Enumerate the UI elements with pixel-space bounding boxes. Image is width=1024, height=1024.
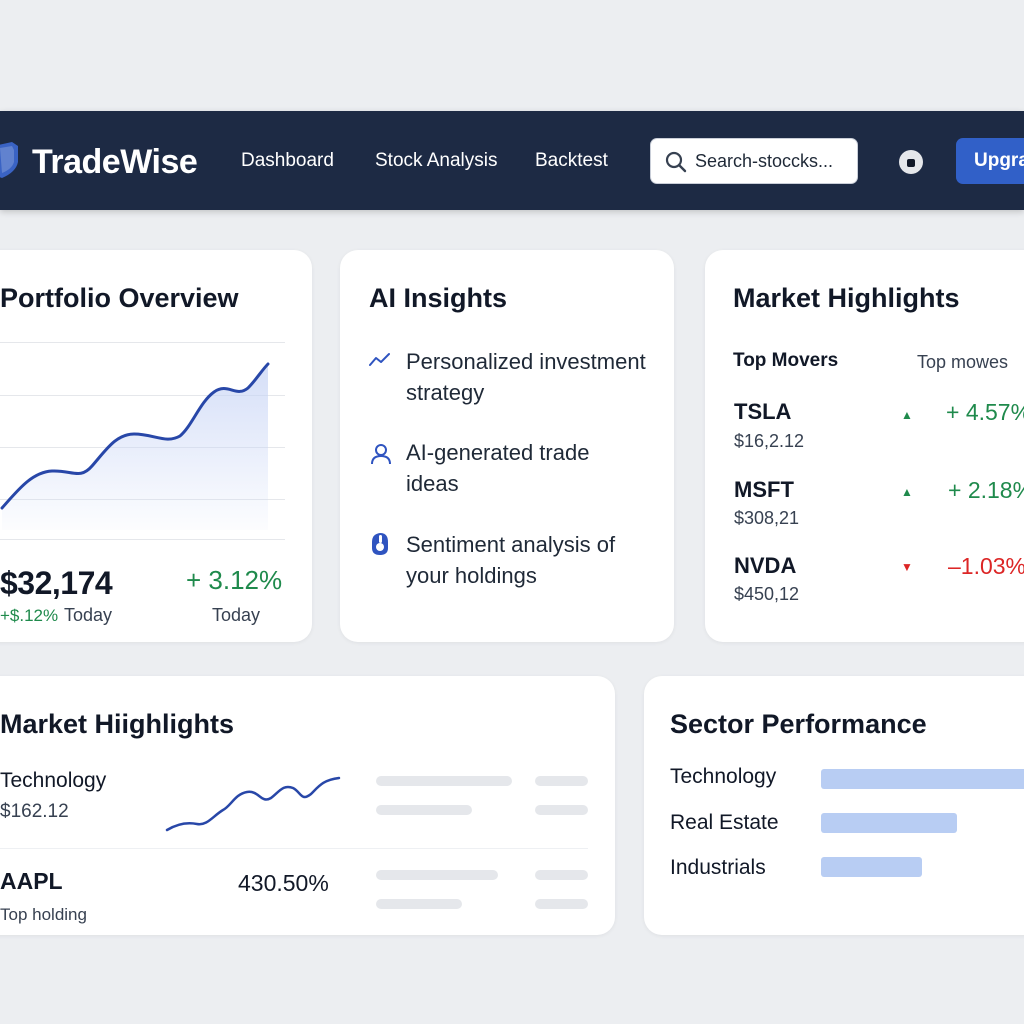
mover-price: $16,2.12 xyxy=(734,431,805,451)
portfolio-value: $32,174 xyxy=(0,565,113,601)
sector-label: Technology xyxy=(670,765,777,788)
down-arrow-icon: ▼ xyxy=(901,560,913,574)
portfolio-change-pct: + 3.12% xyxy=(186,565,283,595)
mover-change: + 4.57% xyxy=(946,399,1024,425)
sector-label: Real Estate xyxy=(670,811,779,834)
search-icon xyxy=(665,151,687,173)
portfolio-title: Portfolio Overview xyxy=(0,283,239,313)
search-input[interactable] xyxy=(695,149,851,173)
brand-name[interactable]: TradeWise xyxy=(32,143,198,181)
nav-stock-analysis[interactable]: Stock Analysis xyxy=(375,149,498,173)
ai-insights-title: AI Insights xyxy=(369,283,508,313)
highlight-row-value: 430.50% xyxy=(238,870,329,896)
row-divider xyxy=(0,848,588,849)
placeholder-bar xyxy=(535,805,588,815)
top-movers-header-2: Top mowes xyxy=(917,352,1009,372)
mover-price: $308,21 xyxy=(734,508,800,528)
mover-ticker[interactable]: TSLA xyxy=(734,399,791,425)
up-arrow-icon: ▲ xyxy=(901,485,913,499)
placeholder-bar xyxy=(376,870,498,880)
sentiment-icon xyxy=(372,533,388,555)
user-icon xyxy=(371,444,391,465)
sector-bar xyxy=(821,769,1024,789)
up-arrow-icon: ▲ xyxy=(901,408,913,422)
placeholder-bar xyxy=(535,870,588,880)
highlight-row-name[interactable]: Technology xyxy=(0,769,106,793)
market-highlights-title: Market Highlights xyxy=(733,283,960,313)
mover-ticker[interactable]: NVDA xyxy=(734,553,796,579)
trend-icon xyxy=(369,353,390,366)
portfolio-chart xyxy=(0,362,270,530)
upgrade-button[interactable]: Upgra xyxy=(956,138,1024,184)
search-box[interactable] xyxy=(650,138,858,184)
portfolio-change-small: +$.12% xyxy=(0,606,59,625)
placeholder-bar xyxy=(376,805,472,815)
mover-change: –1.03% xyxy=(948,553,1024,579)
nav-backtest[interactable]: Backtest xyxy=(535,149,608,173)
mover-ticker[interactable]: MSFT xyxy=(734,477,794,503)
sector-performance-title: Sector Performance xyxy=(670,709,927,739)
insight-item-trade-ideas[interactable]: AI-generated trade ideas xyxy=(406,437,606,499)
placeholder-bar xyxy=(376,899,462,909)
highlight-row-sub: Top holding xyxy=(0,905,87,924)
placeholder-bar xyxy=(376,776,512,786)
placeholder-bar xyxy=(535,899,588,909)
shield-logo-icon xyxy=(0,142,18,178)
mover-change: + 2.18% xyxy=(948,477,1024,503)
insight-item-sentiment[interactable]: Sentiment analysis of your holdings xyxy=(406,529,636,591)
insight-item-strategy[interactable]: Personalized investment strategy xyxy=(406,346,646,408)
sector-bar xyxy=(821,813,957,833)
highlight-row-name[interactable]: AAPL xyxy=(0,868,63,895)
placeholder-bar xyxy=(535,776,588,786)
mover-price: $450,12 xyxy=(734,584,800,604)
highlight-row-price: $162.12 xyxy=(0,801,69,822)
portfolio-change-pct-label: Today xyxy=(212,605,261,625)
top-movers-header: Top Movers xyxy=(733,350,839,371)
sector-bar xyxy=(821,857,922,877)
nav-dashboard[interactable]: Dashboard xyxy=(241,149,334,173)
notification-dot xyxy=(907,159,915,167)
technology-sparkline xyxy=(165,776,341,832)
market-highlights-2-title: Market Hiighlights xyxy=(0,709,235,739)
sector-label: Industrials xyxy=(670,856,766,879)
portfolio-change-small-label: Today xyxy=(64,605,113,625)
notification-icon[interactable] xyxy=(899,150,923,174)
